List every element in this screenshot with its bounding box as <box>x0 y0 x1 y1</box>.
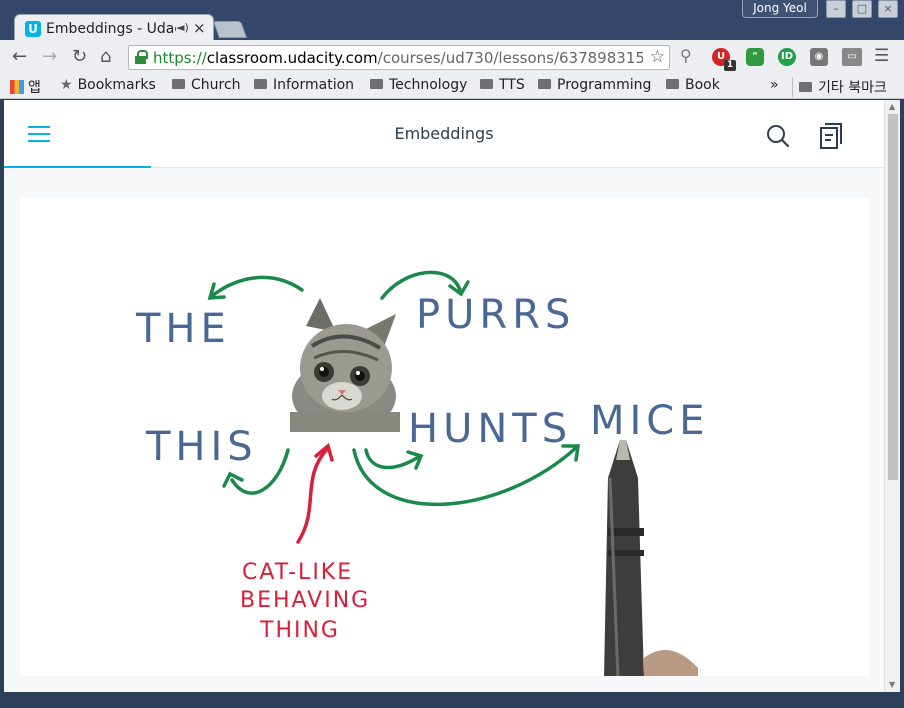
pen-icon <box>604 440 698 676</box>
page-content: Embeddings THE PURRS THIS HUNTS MICE CAT… <box>4 100 884 692</box>
word-the: THE <box>136 306 231 352</box>
page-scrollbar[interactable]: ▲ ▼ <box>884 100 900 692</box>
home-icon[interactable]: ⌂ <box>100 46 111 67</box>
maximize-button[interactable]: □ <box>852 0 872 18</box>
folder-icon <box>172 79 185 89</box>
page-title: Embeddings <box>394 124 494 143</box>
bookmark-book[interactable]: Book <box>666 77 720 93</box>
bookmarks-overflow-button[interactable]: » <box>770 77 779 93</box>
id-extension-icon[interactable]: ID <box>778 48 796 66</box>
browser-tab[interactable]: U Embeddings - Udacity ◄) × <box>14 14 214 42</box>
star-icon: ★ <box>60 77 73 93</box>
lesson-progress-line <box>4 166 151 168</box>
lock-icon <box>135 50 148 64</box>
bookmarks-bar: 앱 ★ Bookmarks Church Information Technolo… <box>0 74 904 99</box>
tab-close-icon[interactable]: × <box>193 19 206 37</box>
url-path: /courses/ud730/lessons/6378983156/concep… <box>377 49 643 67</box>
arrow-cat-to-the <box>210 275 304 298</box>
bookmark-label: Information <box>273 77 355 93</box>
minimize-button[interactable]: – <box>826 0 846 18</box>
scroll-thumb[interactable] <box>888 114 898 480</box>
bookmark-technology[interactable]: Technology <box>370 77 467 93</box>
audio-playing-icon[interactable]: ◄) <box>176 21 189 34</box>
bookmark-church[interactable]: Church <box>172 77 241 93</box>
bookmark-label: Programming <box>557 77 652 93</box>
search-icon[interactable] <box>766 124 790 148</box>
quote-extension-icon[interactable]: " <box>746 48 764 66</box>
bookmark-programming[interactable]: Programming <box>538 77 651 93</box>
notes-icon[interactable] <box>820 123 842 149</box>
annotation-line-2: BEHAVING <box>240 588 371 613</box>
annotation-line-1: CAT-LIKE <box>242 560 354 585</box>
tab-title: Embeddings - Udacity <box>46 21 176 37</box>
bookmark-label: Church <box>191 77 241 93</box>
back-arrow-icon[interactable]: ← <box>12 46 27 67</box>
new-tab-button[interactable] <box>212 21 248 38</box>
bookmark-label: TTS <box>499 77 525 93</box>
bookmark-information[interactable]: Information <box>254 77 354 93</box>
word-purrs: PURRS <box>416 292 576 338</box>
other-bookmarks-label: 기타 북마크 <box>818 80 887 96</box>
bookmark-star-icon[interactable]: ☆ <box>650 47 665 67</box>
annotation-line-3: THING <box>260 618 340 643</box>
folder-icon <box>538 79 551 89</box>
bookmark-apps[interactable]: 앱 <box>10 77 41 97</box>
address-bar[interactable]: https://classroom.udacity.com/courses/ud… <box>128 45 670 70</box>
scroll-down-arrow-icon[interactable]: ▼ <box>889 680 895 689</box>
folder-icon <box>799 82 812 92</box>
search-extension-icon[interactable]: ⚲ <box>680 46 692 65</box>
bookmark-label: Book <box>685 77 720 93</box>
bookmark-label: 앱 <box>28 80 41 96</box>
bookmark-label: Bookmarks <box>77 77 156 93</box>
classroom-header: Embeddings <box>4 100 884 168</box>
close-window-button[interactable]: × <box>878 0 898 18</box>
menu-icon[interactable]: ☰ <box>874 46 889 66</box>
url-scheme: https:// <box>153 49 207 67</box>
reload-icon[interactable]: ↻ <box>72 46 87 67</box>
extension-badge: 1 <box>724 60 736 71</box>
bookmark-tts[interactable]: TTS <box>480 77 525 93</box>
other-bookmarks[interactable]: 기타 북마크 <box>792 77 887 97</box>
forward-arrow-icon[interactable]: → <box>42 46 57 67</box>
lesson-video[interactable]: THE PURRS THIS HUNTS MICE CAT-LIKE BEHAV… <box>20 198 869 676</box>
arrow-annotation-to-cat <box>296 446 330 544</box>
udacity-favicon-icon: U <box>25 21 41 37</box>
arrow-cat-to-mice <box>352 444 580 506</box>
url-text[interactable]: https://classroom.udacity.com/courses/ud… <box>153 49 643 67</box>
camera-extension-icon[interactable]: ◉ <box>810 48 828 66</box>
word-this: THIS <box>146 424 258 470</box>
screen-extension-icon[interactable]: ▭ <box>842 48 862 66</box>
folder-icon <box>254 79 267 89</box>
browser-toolbar: ← → ↻ ⌂ https://classroom.udacity.com/co… <box>0 40 904 74</box>
folder-icon <box>666 79 679 89</box>
window-titlebar: U Embeddings - Udacity ◄) × Jong Yeol – … <box>0 0 904 42</box>
profile-button[interactable]: Jong Yeol <box>742 0 818 18</box>
bookmark-label: Technology <box>389 77 468 93</box>
url-host: classroom.udacity.com <box>206 49 378 67</box>
bookmark-bookmarks[interactable]: ★ Bookmarks <box>60 77 156 93</box>
folder-icon <box>370 79 383 89</box>
apps-icon <box>10 80 24 94</box>
word-hunts: HUNTS <box>408 406 573 452</box>
scroll-up-arrow-icon[interactable]: ▲ <box>889 102 895 111</box>
folder-icon <box>480 79 493 89</box>
kitten-image <box>290 298 400 432</box>
